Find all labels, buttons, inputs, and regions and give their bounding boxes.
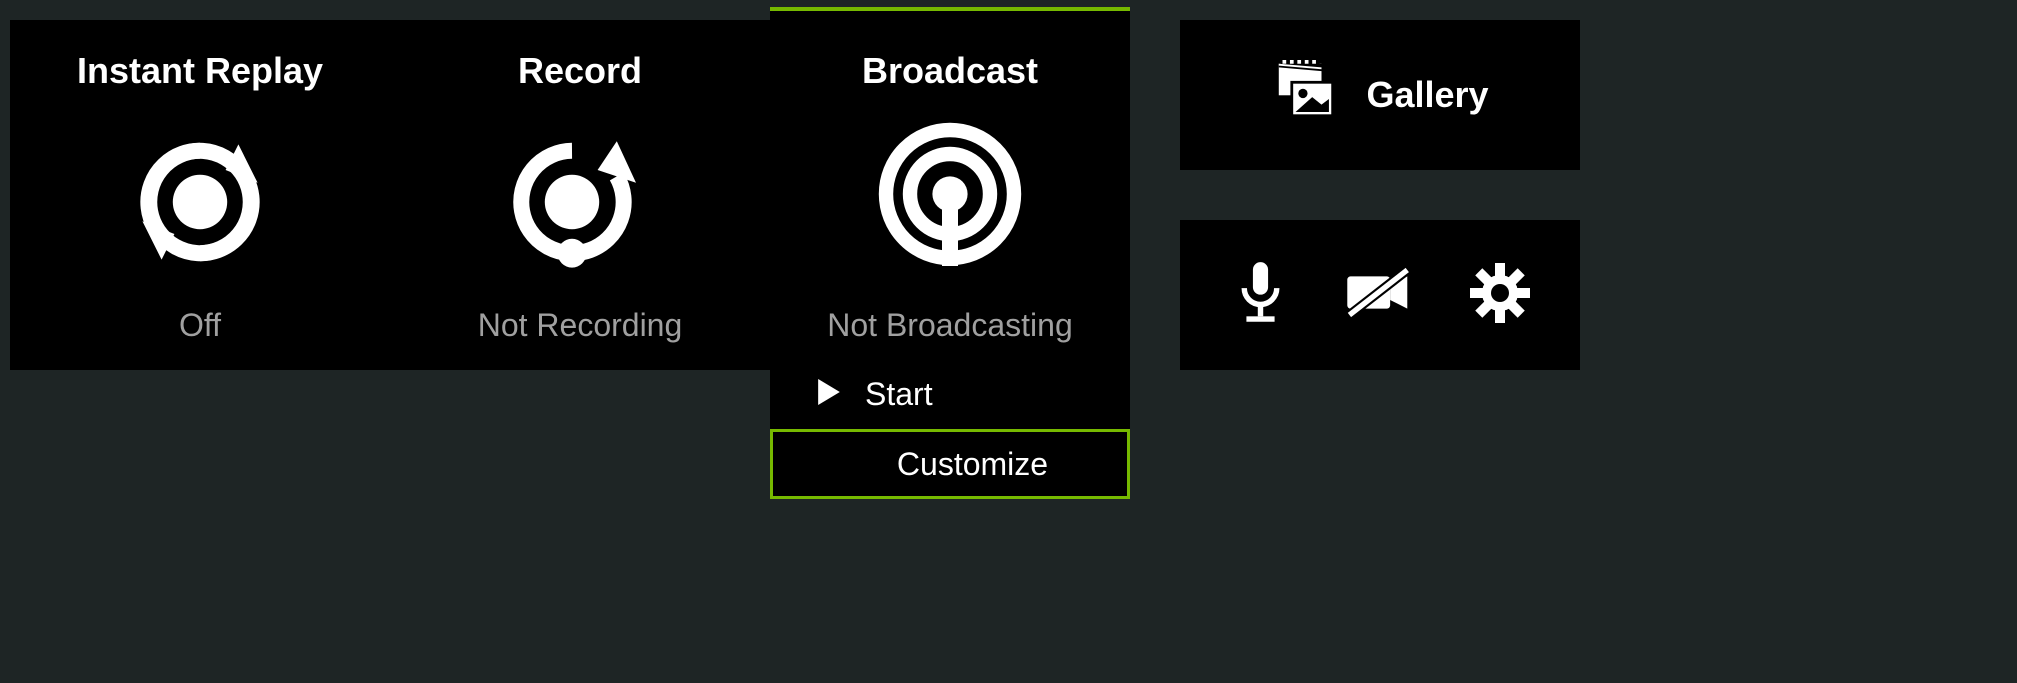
camera-button[interactable] [1345,260,1415,330]
record-status: Not Recording [478,307,683,344]
broadcast-status: Not Broadcasting [827,307,1072,344]
main-panel: Instant Replay Off Record [10,20,1130,370]
record-tile[interactable]: Record Not Recording [390,20,770,370]
microphone-icon [1233,260,1288,330]
record-icon [500,122,660,282]
broadcast-title: Broadcast [862,50,1038,92]
instant-replay-title: Instant Replay [77,50,323,92]
overlay-container: Instant Replay Off Record [0,0,2017,390]
broadcast-start-button[interactable]: Start [770,359,1130,429]
broadcast-tile[interactable]: Broadcast Not Broadcasting [770,20,1130,370]
instant-replay-status: Off [179,307,221,344]
gallery-icon [1271,60,1346,130]
broadcast-icon [870,122,1030,282]
quick-icon-row [1180,220,1580,370]
instant-replay-icon [120,122,280,282]
broadcast-menu: Start Customize [770,359,1130,499]
record-title: Record [518,50,642,92]
gallery-label: Gallery [1366,74,1488,116]
broadcast-start-label: Start [865,376,933,413]
gallery-tile[interactable]: Gallery [1180,20,1580,170]
broadcast-customize-button[interactable]: Customize [770,429,1130,499]
broadcast-customize-label: Customize [818,446,1127,483]
camera-off-icon [1343,265,1418,325]
broadcast-card: Broadcast Not Broadcasting [770,7,1130,499]
instant-replay-tile[interactable]: Instant Replay Off [10,20,390,370]
microphone-button[interactable] [1225,260,1295,330]
play-icon [818,376,840,413]
side-column: Gallery [1180,20,1580,370]
settings-button[interactable] [1465,260,1535,330]
gear-icon [1470,263,1530,328]
